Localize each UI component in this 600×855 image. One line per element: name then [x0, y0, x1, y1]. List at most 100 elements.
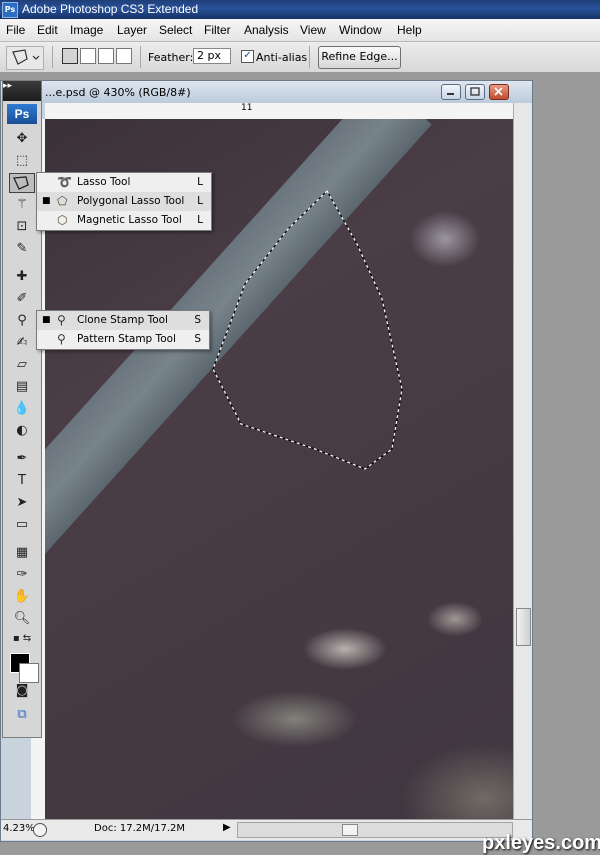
- menu-edit[interactable]: Edit: [37, 23, 58, 37]
- status-settings-icon[interactable]: [33, 823, 47, 837]
- eyedropper-tool-icon[interactable]: ✑: [9, 565, 35, 585]
- vertical-scrollbar[interactable]: [513, 103, 532, 819]
- slice-tool-icon[interactable]: ✎: [9, 239, 35, 259]
- pattern-stamp-icon: ⚲: [57, 332, 66, 346]
- feather-input[interactable]: 2 px: [193, 48, 231, 64]
- healing-brush-tool-icon[interactable]: ✚: [9, 267, 35, 287]
- refine-edge-button[interactable]: Refine Edge...: [318, 46, 401, 69]
- menu-help[interactable]: Help: [397, 23, 422, 37]
- selected-bullet-icon: ■: [42, 196, 51, 206]
- options-separator: [140, 46, 141, 68]
- menu-select[interactable]: Select: [159, 23, 192, 37]
- document-status-bar: 4.23% Doc: 17.2M/17.2M ▶: [1, 819, 532, 840]
- gradient-tool-icon[interactable]: ▤: [9, 377, 35, 397]
- flyout-item-shortcut: L: [197, 195, 203, 207]
- menu-image[interactable]: Image: [70, 23, 103, 37]
- selected-bullet-icon: ■: [42, 315, 51, 325]
- antialias-checkbox[interactable]: ✓: [241, 50, 254, 63]
- document-title-bar[interactable]: ...e.psd @ 430% (RGB/8#): [1, 81, 532, 103]
- crop-tool-icon[interactable]: ⊡: [9, 217, 35, 237]
- zoom-tool-icon[interactable]: 🔍︎: [9, 609, 35, 629]
- blur-tool-icon[interactable]: 💧: [9, 399, 35, 419]
- new-selection-icon[interactable]: [62, 48, 78, 64]
- flyout-item-pattern-stamp[interactable]: ⚲ Pattern Stamp Tool S: [37, 330, 209, 349]
- menu-bar: File Edit Image Layer Select Filter Anal…: [0, 19, 600, 42]
- menu-analysis[interactable]: Analysis: [244, 23, 289, 37]
- screen-mode-icon[interactable]: ⧉: [9, 705, 35, 725]
- tool-preset-picker[interactable]: [6, 46, 44, 70]
- app-title-bar: Ps Adobe Photoshop CS3 Extended: [0, 0, 600, 19]
- flyout-item-shortcut: L: [197, 214, 203, 226]
- flyout-item-shortcut: S: [194, 333, 201, 345]
- dodge-tool-icon[interactable]: ◐: [9, 421, 35, 441]
- photoshop-logo[interactable]: Ps: [7, 104, 37, 124]
- shape-tool-icon[interactable]: ▭: [9, 515, 35, 535]
- swap-colors-icon[interactable]: ▪ ⇆: [9, 629, 35, 649]
- flyout-item-polygonal-lasso[interactable]: ■ ⬠ Polygonal Lasso Tool L: [37, 192, 211, 211]
- minimize-button[interactable]: [441, 84, 461, 100]
- vertical-scroll-thumb[interactable]: [516, 608, 531, 646]
- zoom-field[interactable]: 4.23%: [3, 823, 35, 834]
- minimize-icon: [447, 93, 454, 95]
- notes-tool-icon[interactable]: ▦: [9, 543, 35, 563]
- polygonal-lasso-icon: [12, 49, 40, 65]
- horizontal-scrollbar[interactable]: [237, 822, 513, 838]
- document-title: ...e.psd @ 430% (RGB/8#): [45, 86, 191, 99]
- options-separator: [309, 46, 310, 68]
- brush-tool-icon[interactable]: ✐: [9, 289, 35, 309]
- quick-mask-icon[interactable]: ◙: [9, 681, 35, 701]
- ruler-label: 11: [241, 103, 253, 113]
- app-title: Adobe Photoshop CS3 Extended: [22, 2, 199, 16]
- menu-layer[interactable]: Layer: [117, 23, 147, 37]
- lasso-tool-flyout: ➰ Lasso Tool L ■ ⬠ Polygonal Lasso Tool …: [36, 172, 212, 231]
- magnetic-lasso-icon: ⬡: [57, 213, 68, 227]
- doc-size-info[interactable]: Doc: 17.2M/17.2M: [94, 823, 185, 834]
- type-tool-icon[interactable]: T: [9, 471, 35, 491]
- lasso-icon: ➰: [57, 175, 72, 189]
- app-icon: Ps: [2, 2, 18, 18]
- history-brush-tool-icon[interactable]: ✍: [9, 333, 35, 353]
- polygonal-lasso-icon: ⬠: [57, 194, 68, 208]
- marquee-tool-icon[interactable]: ⬚: [9, 151, 35, 171]
- options-bar: Feather: 2 px ✓ Anti-alias Refine Edge..…: [0, 42, 600, 73]
- menu-view[interactable]: View: [300, 23, 326, 37]
- antialias-label: Anti-alias: [256, 51, 308, 64]
- options-separator: [52, 46, 53, 68]
- horizontal-ruler: 11: [45, 103, 513, 120]
- clone-stamp-tool-icon[interactable]: ⚲: [9, 311, 35, 331]
- menu-window[interactable]: Window: [339, 23, 382, 37]
- pen-tool-icon[interactable]: ✒: [9, 449, 35, 469]
- menu-filter[interactable]: Filter: [204, 23, 231, 37]
- lasso-tool-icon[interactable]: [9, 173, 35, 193]
- flyout-item-shortcut: L: [197, 176, 203, 188]
- add-to-selection-icon[interactable]: [80, 48, 96, 64]
- flyout-item-magnetic-lasso[interactable]: ⬡ Magnetic Lasso Tool L: [37, 211, 211, 230]
- flyout-item-label: Lasso Tool: [77, 176, 131, 188]
- intersect-selection-icon[interactable]: [116, 48, 132, 64]
- hand-tool-icon[interactable]: ✋: [9, 587, 35, 607]
- move-tool-icon[interactable]: ✥: [9, 129, 35, 149]
- maximize-icon: [470, 87, 480, 96]
- flyout-item-lasso[interactable]: ➰ Lasso Tool L: [37, 173, 211, 192]
- clone-stamp-icon: ⚲: [57, 313, 66, 327]
- stamp-tool-flyout: ■ ⚲ Clone Stamp Tool S ⚲ Pattern Stamp T…: [36, 310, 210, 350]
- maximize-button[interactable]: [465, 84, 485, 100]
- close-icon: [494, 87, 503, 96]
- watermark: pxleyes.com: [482, 832, 600, 854]
- close-button[interactable]: [489, 84, 509, 100]
- feather-label: Feather:: [148, 51, 194, 64]
- magic-wand-tool-icon[interactable]: ⚚: [9, 195, 35, 215]
- background-color-swatch[interactable]: [19, 663, 39, 683]
- status-menu-arrow-icon[interactable]: ▶: [223, 822, 231, 833]
- eraser-tool-icon[interactable]: ▱: [9, 355, 35, 375]
- flyout-item-label: Clone Stamp Tool: [77, 314, 168, 326]
- subtract-from-selection-icon[interactable]: [98, 48, 114, 64]
- flyout-item-clone-stamp[interactable]: ■ ⚲ Clone Stamp Tool S: [37, 311, 209, 330]
- tools-panel-grip[interactable]: ▸▸: [3, 81, 41, 101]
- menu-file[interactable]: File: [6, 23, 25, 37]
- flyout-item-label: Magnetic Lasso Tool: [77, 214, 182, 226]
- flyout-item-label: Pattern Stamp Tool: [77, 333, 176, 345]
- path-selection-tool-icon[interactable]: ➤: [9, 493, 35, 513]
- selection-mode-group: [62, 48, 134, 66]
- horizontal-scroll-thumb[interactable]: [342, 824, 358, 836]
